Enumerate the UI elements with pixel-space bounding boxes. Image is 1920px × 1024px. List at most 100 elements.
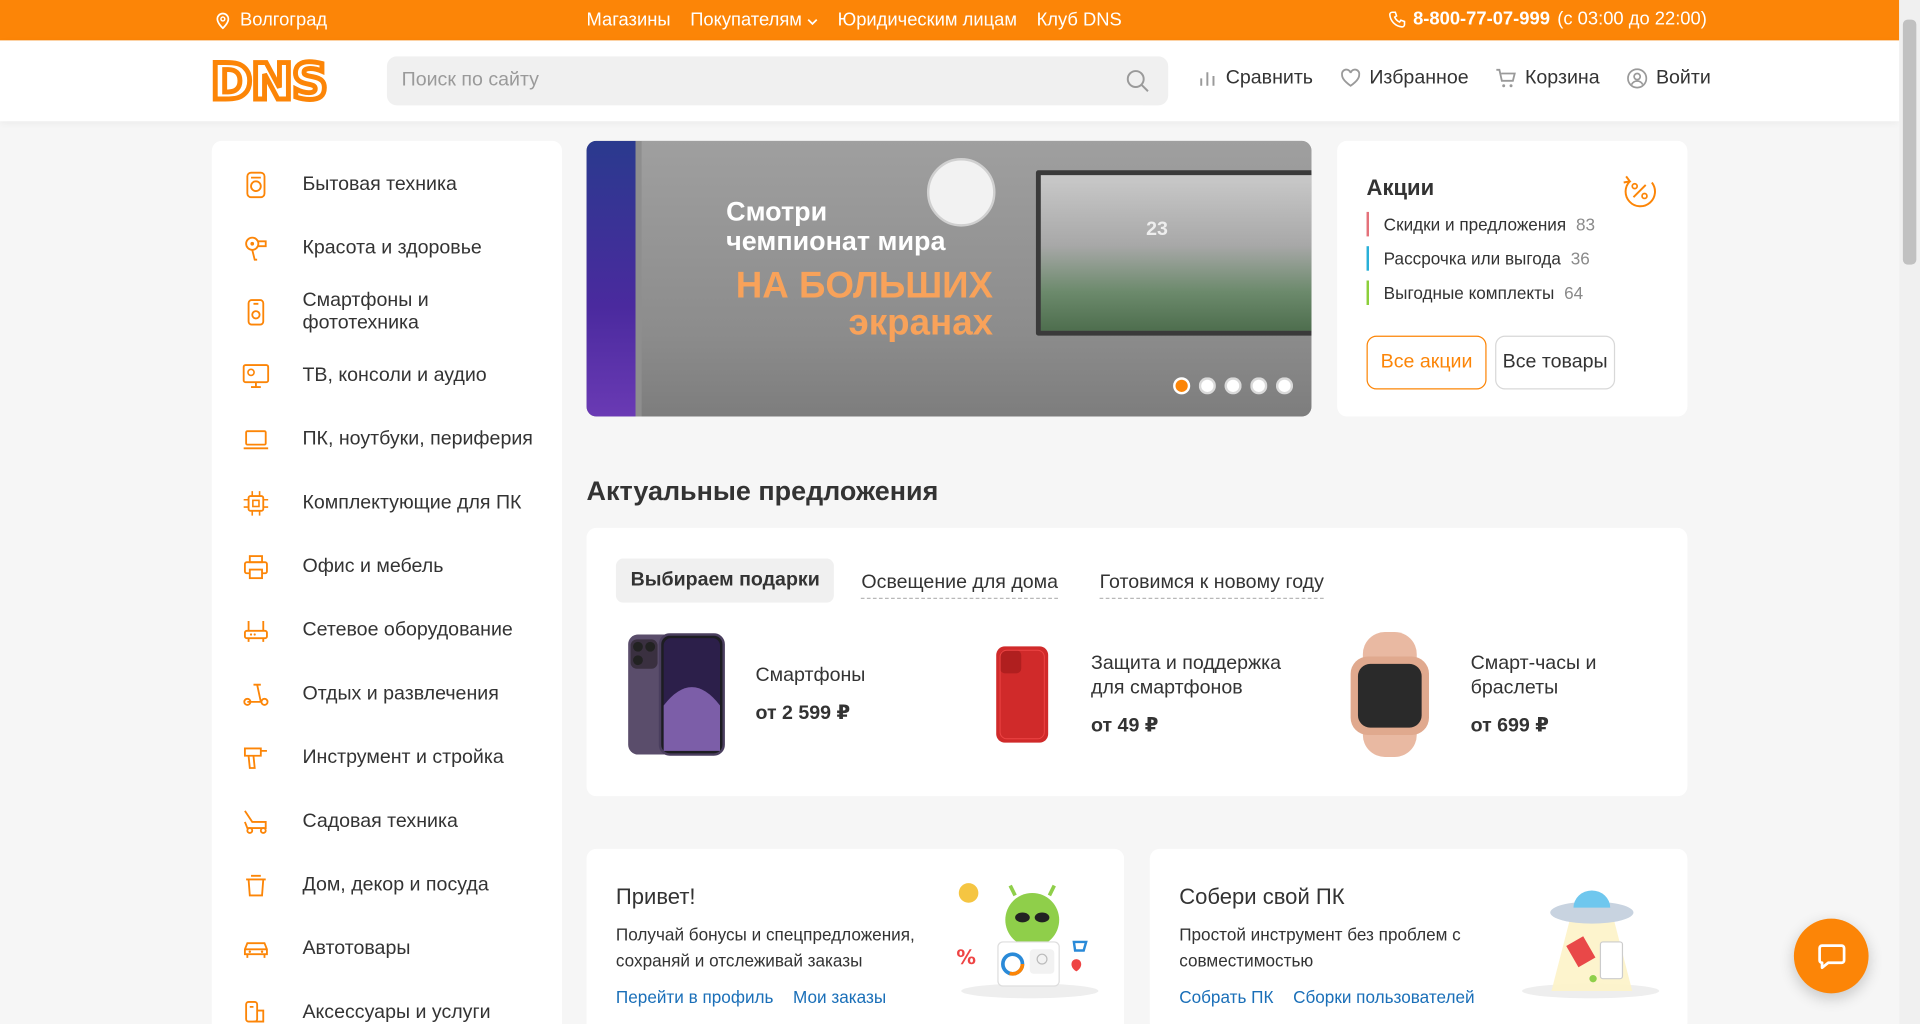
banner-headline: Смотри чемпионат мира [726,197,945,256]
search-icon[interactable] [1124,67,1151,94]
appliance-icon [246,171,266,199]
profile-link[interactable]: Перейти в профиль [616,987,774,1007]
banner-tv-image: 23 [1035,170,1312,336]
profile-card-links: Перейти в профиль Мои заказы [616,987,886,1007]
profile-card-title: Привет! [615,884,696,909]
phone-block[interactable]: 8-800-77-07-999 (с 03:00 до 22:00) [1389,9,1707,29]
pot-icon [246,874,266,897]
red-case-image [996,646,1049,743]
promo-banner[interactable]: Смотри чемпионат мира НА БОЛЬШИХ экранах… [586,140,1312,417]
svg-text:%: % [956,946,976,969]
sidebar-item-label: Красота и здоровье [302,237,482,259]
promo-row-bundles[interactable]: Выгодные комплекты 64 [1366,280,1584,306]
all-promotions-button[interactable]: Все акции [1366,335,1487,390]
sidebar-item-leisure[interactable]: Отдых и развлечения [241,680,547,709]
product-name: Смарт-часы и браслеты [1470,652,1597,699]
carousel-dot[interactable] [1224,377,1242,395]
banner-line4: экранах [848,302,994,343]
offers-card: Выбираем подарки Освещение для дома Гото… [586,527,1688,797]
link-stores[interactable]: Магазины [587,10,671,31]
sidebar-item-pc[interactable]: ПК, ноутбуки, периферия [241,425,547,454]
dns-logo[interactable]: DNS [211,59,363,103]
product-info: Защита и поддержка для смартфонов от 49 … [1091,652,1299,738]
product-phone-cases[interactable]: Защита и поддержка для смартфонов от 49 … [981,632,1299,757]
link-business[interactable]: Юридическим лицам [838,10,1017,31]
sidebar-item-appliances[interactable]: Бытовая техника [241,170,547,199]
sidebar-item-smartphones[interactable]: Смартфоны и фототехника [241,290,547,334]
page: Волгоград Магазины Покупателям Юридическ… [0,0,1920,1024]
tv-icon [242,364,270,388]
sidebar-item-tv[interactable]: ТВ, консоли и аудио [241,361,547,390]
orders-link[interactable]: Мои заказы [793,987,886,1007]
product-smartphones[interactable]: Смартфоны от 2 599 ₽ [623,632,865,757]
sidebar-item-label: Аксессуары и услуги [302,1001,491,1023]
sidebar-item-label: Смартфоны и фототехника [302,290,429,334]
build-pc-link[interactable]: Собрать ПК [1179,987,1273,1007]
hairdryer-icon [245,236,267,261]
city-selector[interactable]: Волгоград [216,9,328,31]
build-pc-card-text: Простой инструмент без проблем с совмест… [1179,924,1461,971]
all-goods-button[interactable]: Все товары [1495,335,1616,390]
promo-row-marker [1366,246,1369,271]
carousel-dots [1173,377,1294,395]
build-pc-card-title: Собери свой ПК [1179,884,1345,909]
chat-button[interactable] [1793,918,1869,994]
page-scrollbar[interactable] [1899,0,1920,1024]
sidebar-item-label: Бытовая техника [302,173,457,195]
accessories-icon [245,1001,265,1023]
promo-row-count: 36 [1570,248,1590,269]
tab-gifts[interactable]: Выбираем подарки [615,558,835,603]
search-input[interactable] [386,56,1169,106]
sidebar-item-label: ТВ, консоли и аудио [302,365,487,386]
tab-lighting[interactable]: Освещение для дома [861,562,1059,599]
profile-card-text: Получай бонусы и спецпредложения, сохран… [615,924,915,971]
user-builds-link[interactable]: Сборки пользователей [1293,987,1474,1007]
carousel-dot[interactable] [1198,377,1216,395]
city-name: Волгоград [240,9,328,31]
promo-row-installment[interactable]: Рассрочка или выгода 36 [1366,246,1590,271]
sidebar-item-tools[interactable]: Инструмент и стройка [241,744,547,773]
carousel-dot[interactable] [1275,377,1294,395]
sidebar-item-home[interactable]: Дом, декор и посуда [241,871,547,900]
sidebar-item-auto[interactable]: Автотовары [241,935,547,964]
product-info: Смарт-часы и браслеты от 699 ₽ [1471,652,1618,738]
sidebar-item-label: Автотовары [302,938,411,960]
link-club[interactable]: Клуб DNS [1037,10,1122,31]
promo-row-count: 64 [1564,282,1584,303]
heart-icon [1341,68,1361,87]
sidebar-item-label: Комплектующие для ПК [302,492,522,514]
ufo-illustration [1522,890,1660,999]
carousel-dot[interactable] [1250,377,1268,395]
product-name: Смартфоны [755,665,866,686]
iphone-image [628,633,725,756]
carousel-dot[interactable] [1173,377,1191,395]
sidebar-item-components[interactable]: Комплектующие для ПК [241,489,547,518]
link-customers[interactable]: Покупателям [690,10,818,31]
scooter-icon [243,683,269,706]
compare-button[interactable]: Сравнить [1196,67,1313,89]
product-smartwatches[interactable]: Смарт-часы и браслеты от 699 ₽ [1338,632,1617,757]
sidebar-item-network[interactable]: Сетевое оборудование [241,616,547,645]
sidebar-item-accessories[interactable]: Аксессуары и услуги [241,998,547,1024]
tab-new-year[interactable]: Готовимся к новому году [1099,562,1324,599]
profile-card: Привет! Получай бонусы и спецпредложения… [586,848,1125,1024]
favorites-button[interactable]: Избранное [1340,67,1469,89]
sidebar-item-label: Сетевое оборудование [302,619,513,641]
top-bar: Волгоград Магазины Покупателям Юридическ… [0,0,1900,41]
scrollbar-thumb[interactable] [1902,19,1917,265]
logo-text: DNS [211,59,327,103]
sidebar-item-beauty[interactable]: Красота и здоровье [241,234,547,263]
sidebar-item-garden[interactable]: Садовая техника [241,807,547,836]
sidebar-item-label: ПК, ноутбуки, периферия [302,428,533,450]
product-price: от 2 599 ₽ [755,703,851,724]
sidebar-item-office[interactable]: Офис и мебель [241,552,547,581]
chevron-down-icon [807,18,818,26]
favorites-label: Избранное [1369,67,1469,89]
cart-label: Корзина [1524,67,1600,89]
login-button[interactable]: Войти [1627,67,1711,89]
user-icon [1627,68,1648,89]
smartphone-icon [247,299,265,326]
cart-button[interactable]: Корзина [1496,67,1600,89]
jersey-number: 23 [1146,219,1168,241]
promo-row-discounts[interactable]: Скидки и предложения 83 [1366,211,1595,237]
